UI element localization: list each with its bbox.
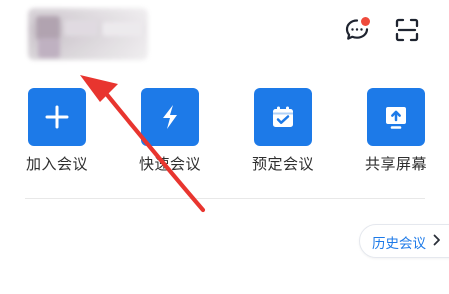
plus-icon	[45, 105, 69, 129]
section-divider	[25, 198, 425, 199]
meeting-home-screen: 加入会议 快速会议 预定会议 共享屏幕 历史会议	[0, 0, 449, 294]
blurred-profile[interactable]	[28, 8, 148, 60]
chevron-right-icon	[433, 234, 440, 246]
share-screen-tile[interactable]	[367, 88, 425, 146]
share-screen-button[interactable]: 共享屏幕	[350, 88, 438, 180]
lightning-icon	[163, 105, 177, 129]
join-meeting-label: 加入会议	[25, 155, 88, 173]
chat-bubble-icon	[345, 17, 370, 40]
join-meeting-button[interactable]: 加入会议	[11, 88, 99, 180]
schedule-meeting-tile[interactable]	[254, 88, 312, 146]
schedule-meeting-label: 预定会议	[251, 155, 314, 173]
share-screen-label: 共享屏幕	[364, 155, 427, 173]
history-meetings-button[interactable]: 历史会议	[359, 224, 449, 258]
quick-meeting-label: 快速会议	[138, 155, 201, 173]
quick-meeting-button[interactable]: 快速会议	[124, 88, 212, 180]
quick-meeting-tile[interactable]	[141, 88, 199, 146]
screen-share-icon	[386, 107, 406, 129]
message-button[interactable]	[342, 15, 372, 45]
join-meeting-tile[interactable]	[28, 88, 86, 146]
calendar-check-icon	[273, 106, 293, 127]
schedule-meeting-button[interactable]: 预定会议	[237, 88, 325, 180]
scan-icon	[395, 18, 419, 42]
history-meetings-label: 历史会议	[372, 236, 426, 252]
scan-button[interactable]	[392, 15, 422, 45]
